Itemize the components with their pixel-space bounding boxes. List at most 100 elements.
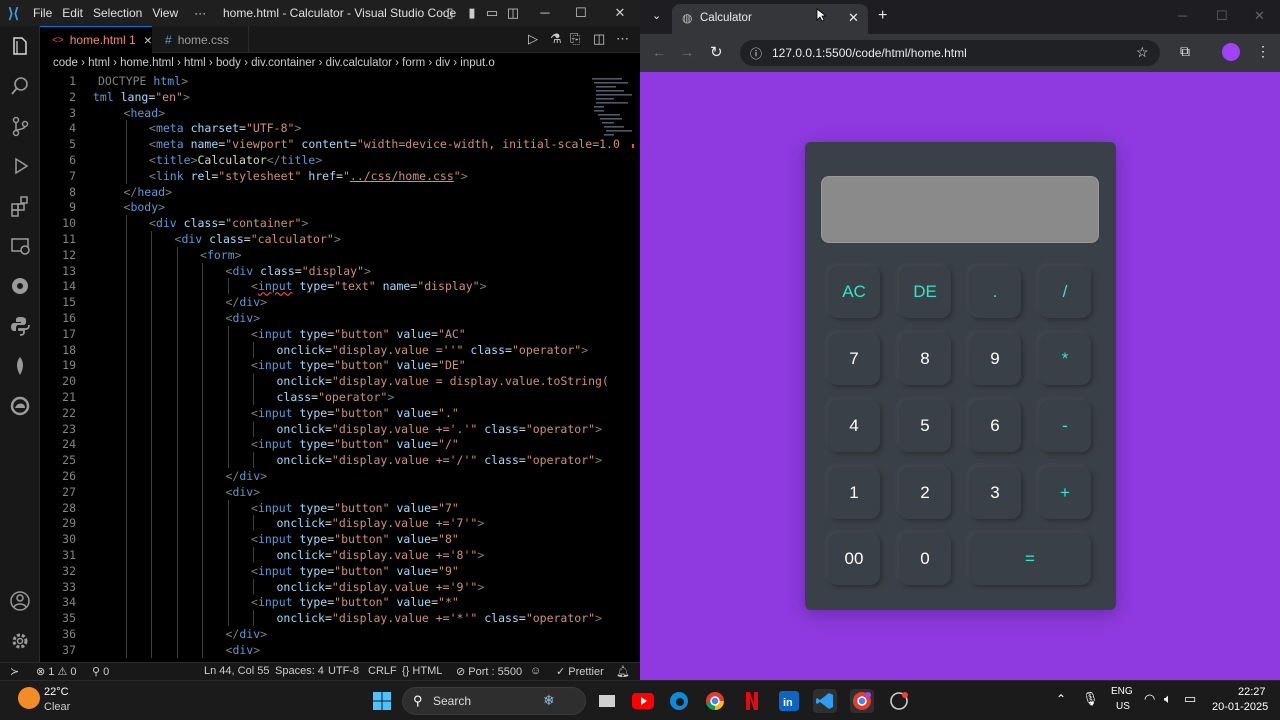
code-line[interactable]: <input type="button" value="DE" — [251, 357, 466, 373]
tray-overflow-icon[interactable]: ⌃ — [1056, 692, 1066, 706]
code-line[interactable]: <link rel="stylesheet" href="../css/home… — [149, 168, 468, 184]
browser-tab-calculator[interactable]: ◍ Calculator ✕ — [672, 4, 868, 34]
menu-more[interactable]: ··· — [194, 6, 206, 20]
extensions-puzzle-icon[interactable]: ⧉ — [1180, 43, 1190, 60]
calc-key-divide[interactable]: / — [1039, 266, 1091, 318]
tab-search-chevron-icon[interactable]: ⌄ — [652, 9, 661, 22]
indentation[interactable]: Spaces: 4 — [275, 665, 324, 677]
problems-count[interactable]: ⊗ 1 ⚠ 0 — [36, 665, 76, 678]
kubernetes-icon[interactable] — [8, 274, 32, 298]
site-info-icon[interactable]: ⓘ — [750, 45, 762, 62]
calculator-display[interactable] — [821, 176, 1099, 243]
code-line[interactable]: onclick="display.value =''" class="opera… — [277, 342, 589, 358]
start-windows-icon[interactable] — [370, 689, 394, 713]
code-line[interactable]: <input type="button" value="*" — [251, 594, 459, 610]
code-line[interactable]: <input type="button" value="AC" — [251, 326, 466, 342]
clock-time[interactable]: 22:27 — [1238, 686, 1266, 698]
live-server-port[interactable]: ⊘ Port : 5500 — [456, 665, 522, 678]
encoding[interactable]: UTF-8 — [328, 665, 359, 677]
wifi-icon[interactable]: ◠ — [1144, 691, 1155, 707]
battery-icon[interactable]: ▭ — [1184, 691, 1196, 707]
calc-key-minus[interactable]: - — [1039, 400, 1091, 452]
youtube-icon[interactable] — [631, 689, 655, 713]
chrome-icon[interactable] — [703, 689, 727, 713]
layout-sidebar-icon[interactable]: ▮ — [462, 4, 482, 22]
calc-key-4[interactable]: 4 — [828, 400, 880, 452]
browser-menu-icon[interactable]: ⋮ — [1256, 43, 1270, 60]
minimap[interactable] — [590, 74, 634, 194]
language-primary[interactable]: ENG — [1111, 686, 1133, 697]
cursor-position[interactable]: Ln 44, Col 55 — [204, 665, 269, 677]
browser-close-icon[interactable]: ✕ — [1254, 8, 1265, 24]
code-line[interactable]: class="operator"> — [277, 389, 395, 405]
language-mode[interactable]: {} HTML — [402, 665, 442, 677]
open-changes-icon[interactable]: ⎘ — [570, 31, 580, 47]
menu-file[interactable]: File — [33, 6, 52, 20]
layout-secondary-icon[interactable]: ◫ — [503, 4, 523, 22]
edge-tools-icon[interactable] — [8, 394, 32, 418]
menu-view[interactable]: View — [152, 6, 178, 20]
reload-icon[interactable]: ↻ — [710, 43, 723, 61]
calc-key-multiply[interactable]: * — [1039, 333, 1091, 385]
netflix-icon[interactable] — [740, 689, 764, 713]
layout-panel-icon[interactable]: ▯ — [440, 4, 460, 22]
volume-icon[interactable]: 🔈︎ — [1164, 691, 1172, 707]
code-line[interactable]: <title>Calculator</title> — [149, 152, 322, 168]
more-actions-icon[interactable]: ⋯ — [616, 31, 629, 47]
search-icon[interactable] — [8, 74, 32, 98]
tab-close-icon[interactable]: × — [144, 32, 152, 48]
calc-key-5[interactable]: 5 — [899, 400, 951, 452]
code-line[interactable]: onclick="display.value = display.value.t… — [277, 373, 609, 389]
calc-key-9[interactable]: 9 — [969, 333, 1021, 385]
menu-selection[interactable]: Selection — [93, 6, 142, 20]
code-line[interactable]: <body> — [124, 199, 166, 215]
calc-key-00[interactable]: 00 — [828, 533, 880, 585]
bookmark-star-icon[interactable]: ☆ — [1136, 44, 1149, 61]
code-line[interactable]: </div> — [226, 468, 268, 484]
back-arrow-icon[interactable]: ← — [652, 44, 666, 60]
code-line[interactable]: <div class="calculator"> — [175, 231, 341, 247]
calc-key-3[interactable]: 3 — [969, 467, 1021, 519]
split-editor-icon[interactable]: ◫ — [593, 31, 605, 47]
code-line[interactable]: <meta charset="UTF-8"> — [149, 120, 301, 136]
code-line[interactable]: <input type="button" value="/" — [251, 436, 459, 452]
code-editor[interactable]: 1 DOCTYPE html> 2 tml lang="en"> 3 <head> 4 <me… — [40, 72, 640, 662]
breadcrumb[interactable]: code › html › home.html › html › body › … — [40, 54, 640, 72]
linkedin-icon[interactable]: in — [777, 689, 801, 713]
remote-explorer-icon[interactable] — [8, 234, 32, 258]
vscode-taskbar-icon[interactable] — [813, 689, 837, 713]
account-icon[interactable] — [8, 589, 32, 613]
code-line[interactable]: onclick="display.value +='7'"> — [277, 515, 485, 531]
explorer-icon[interactable] — [8, 34, 32, 58]
code-line[interactable]: <div> — [226, 310, 261, 326]
calc-key-8[interactable]: 8 — [899, 333, 951, 385]
flask-icon[interactable]: ⚗ — [550, 31, 562, 47]
calc-key-equals[interactable]: = — [969, 533, 1091, 585]
calc-key-ac[interactable]: AC — [828, 266, 880, 318]
browser-maximize-icon[interactable]: ☐ — [1216, 8, 1228, 24]
prettier-status[interactable]: ✓ Prettier — [556, 665, 604, 678]
weather-desc[interactable]: Clear — [44, 701, 70, 713]
browser-minimize-icon[interactable]: ─ — [1178, 8, 1187, 23]
code-line[interactable]: </head> — [124, 184, 173, 200]
settings-gear-icon[interactable] — [8, 629, 32, 653]
microphone-icon[interactable]: 🎙︎ — [1082, 691, 1099, 707]
code-line[interactable]: <form> — [200, 247, 242, 263]
code-line[interactable]: <meta name="viewport" content="width=dev… — [149, 136, 620, 152]
code-line[interactable]: <input type="text" name="display"> — [251, 278, 487, 294]
code-line[interactable]: onclick="display.value +='8'"> — [277, 547, 485, 563]
line-ending[interactable]: CRLF — [368, 665, 397, 677]
code-line[interactable]: DOCTYPE html> — [98, 73, 188, 89]
code-line[interactable]: <input type="button" value="9" — [251, 563, 459, 579]
source-control-icon[interactable] — [8, 114, 32, 138]
mongodb-leaf-icon[interactable] — [8, 354, 32, 378]
code-line[interactable]: <div> — [226, 484, 261, 500]
menu-edit[interactable]: Edit — [62, 6, 83, 20]
copilot-icon[interactable]: ☺ — [530, 665, 541, 677]
code-line[interactable]: </div> — [226, 626, 268, 642]
code-line[interactable]: <input type="button" value="7" — [251, 500, 459, 516]
calc-key-0[interactable]: 0 — [899, 533, 951, 585]
clock-date[interactable]: 20-01-2025 — [1212, 701, 1268, 713]
language-secondary[interactable]: US — [1116, 701, 1130, 712]
close-window-icon[interactable]: ✕ — [610, 4, 630, 22]
